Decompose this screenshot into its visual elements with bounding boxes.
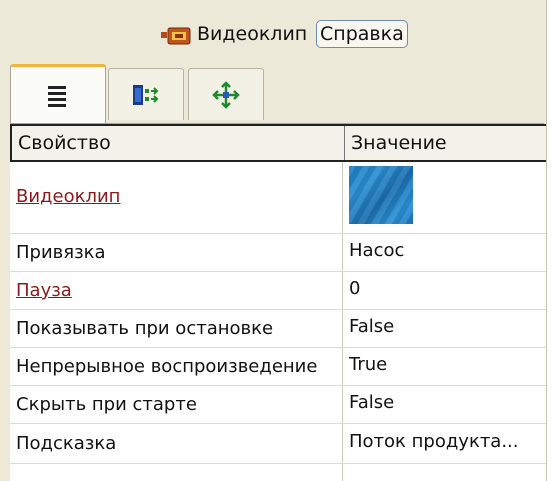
panel-title: Видеоклип <box>197 23 308 45</box>
table-row[interactable]: Непрерывное воспроизведение True <box>10 348 546 386</box>
property-list-icon <box>48 85 66 107</box>
value-cell[interactable]: Поток продукта... <box>343 424 546 463</box>
value-cell[interactable]: False <box>343 386 546 423</box>
property-cell: Непрерывное воспроизведение <box>10 348 343 385</box>
grid-header: Свойство Значение <box>10 124 546 162</box>
tab-properties[interactable] <box>10 64 106 124</box>
grid-empty-area <box>10 464 546 481</box>
move-arrows-icon <box>212 80 240 109</box>
value-cell[interactable]: False <box>343 310 546 347</box>
column-header-value-label: Значение <box>351 132 447 154</box>
value-cell[interactable]: True <box>343 348 546 385</box>
property-value: False <box>349 316 395 337</box>
property-value: True <box>349 354 388 375</box>
property-cell: Пауза <box>10 272 343 309</box>
tab-layout[interactable] <box>188 68 264 120</box>
property-link-videoclip[interactable]: Видеоклип <box>16 186 120 207</box>
video-clip-icon <box>161 26 193 46</box>
table-row[interactable]: Привязка Насос <box>10 234 546 272</box>
property-value: False <box>349 392 395 413</box>
table-row[interactable]: Видеоклип <box>10 162 546 234</box>
panel-header: Видеоклип Справка <box>0 0 546 60</box>
column-header-property[interactable]: Свойство <box>12 126 345 160</box>
properties-panel: Видеоклип Справка Свойство Значение Виде… <box>0 0 547 481</box>
property-cell: Подсказка <box>10 424 343 463</box>
column-header-value[interactable]: Значение <box>345 126 546 160</box>
property-label: Непрерывное воспроизведение <box>16 356 318 377</box>
property-label: Привязка <box>16 242 106 263</box>
property-cell: Показывать при остановке <box>10 310 343 347</box>
property-label: Скрыть при старте <box>16 394 197 415</box>
property-cell: Скрыть при старте <box>10 386 343 423</box>
property-cell <box>10 464 343 481</box>
help-button[interactable]: Справка <box>316 20 408 48</box>
color-swatch[interactable] <box>349 166 413 224</box>
tab-events[interactable] <box>108 68 184 120</box>
property-value: Насос <box>349 240 405 261</box>
tab-strip <box>10 64 540 124</box>
column-header-property-label: Свойство <box>18 132 111 154</box>
property-cell: Привязка <box>10 234 343 271</box>
table-row[interactable]: Подсказка Поток продукта... <box>10 424 546 464</box>
property-value: Поток продукта... <box>349 431 519 452</box>
property-label: Показывать при остановке <box>16 318 274 339</box>
table-row[interactable]: Пауза 0 <box>10 272 546 310</box>
table-row[interactable]: Скрыть при старте False <box>10 386 546 424</box>
property-cell: Видеоклип <box>10 162 343 233</box>
property-value: 0 <box>349 278 361 299</box>
property-link-pause[interactable]: Пауза <box>16 280 72 301</box>
property-grid: Свойство Значение Видеоклип Привязка Нас… <box>10 124 546 481</box>
property-label: Подсказка <box>16 433 117 454</box>
events-icon <box>133 84 159 105</box>
table-row[interactable]: Показывать при остановке False <box>10 310 546 348</box>
value-cell[interactable]: Насос <box>343 234 546 271</box>
value-cell[interactable] <box>343 162 546 233</box>
value-cell[interactable]: 0 <box>343 272 546 309</box>
